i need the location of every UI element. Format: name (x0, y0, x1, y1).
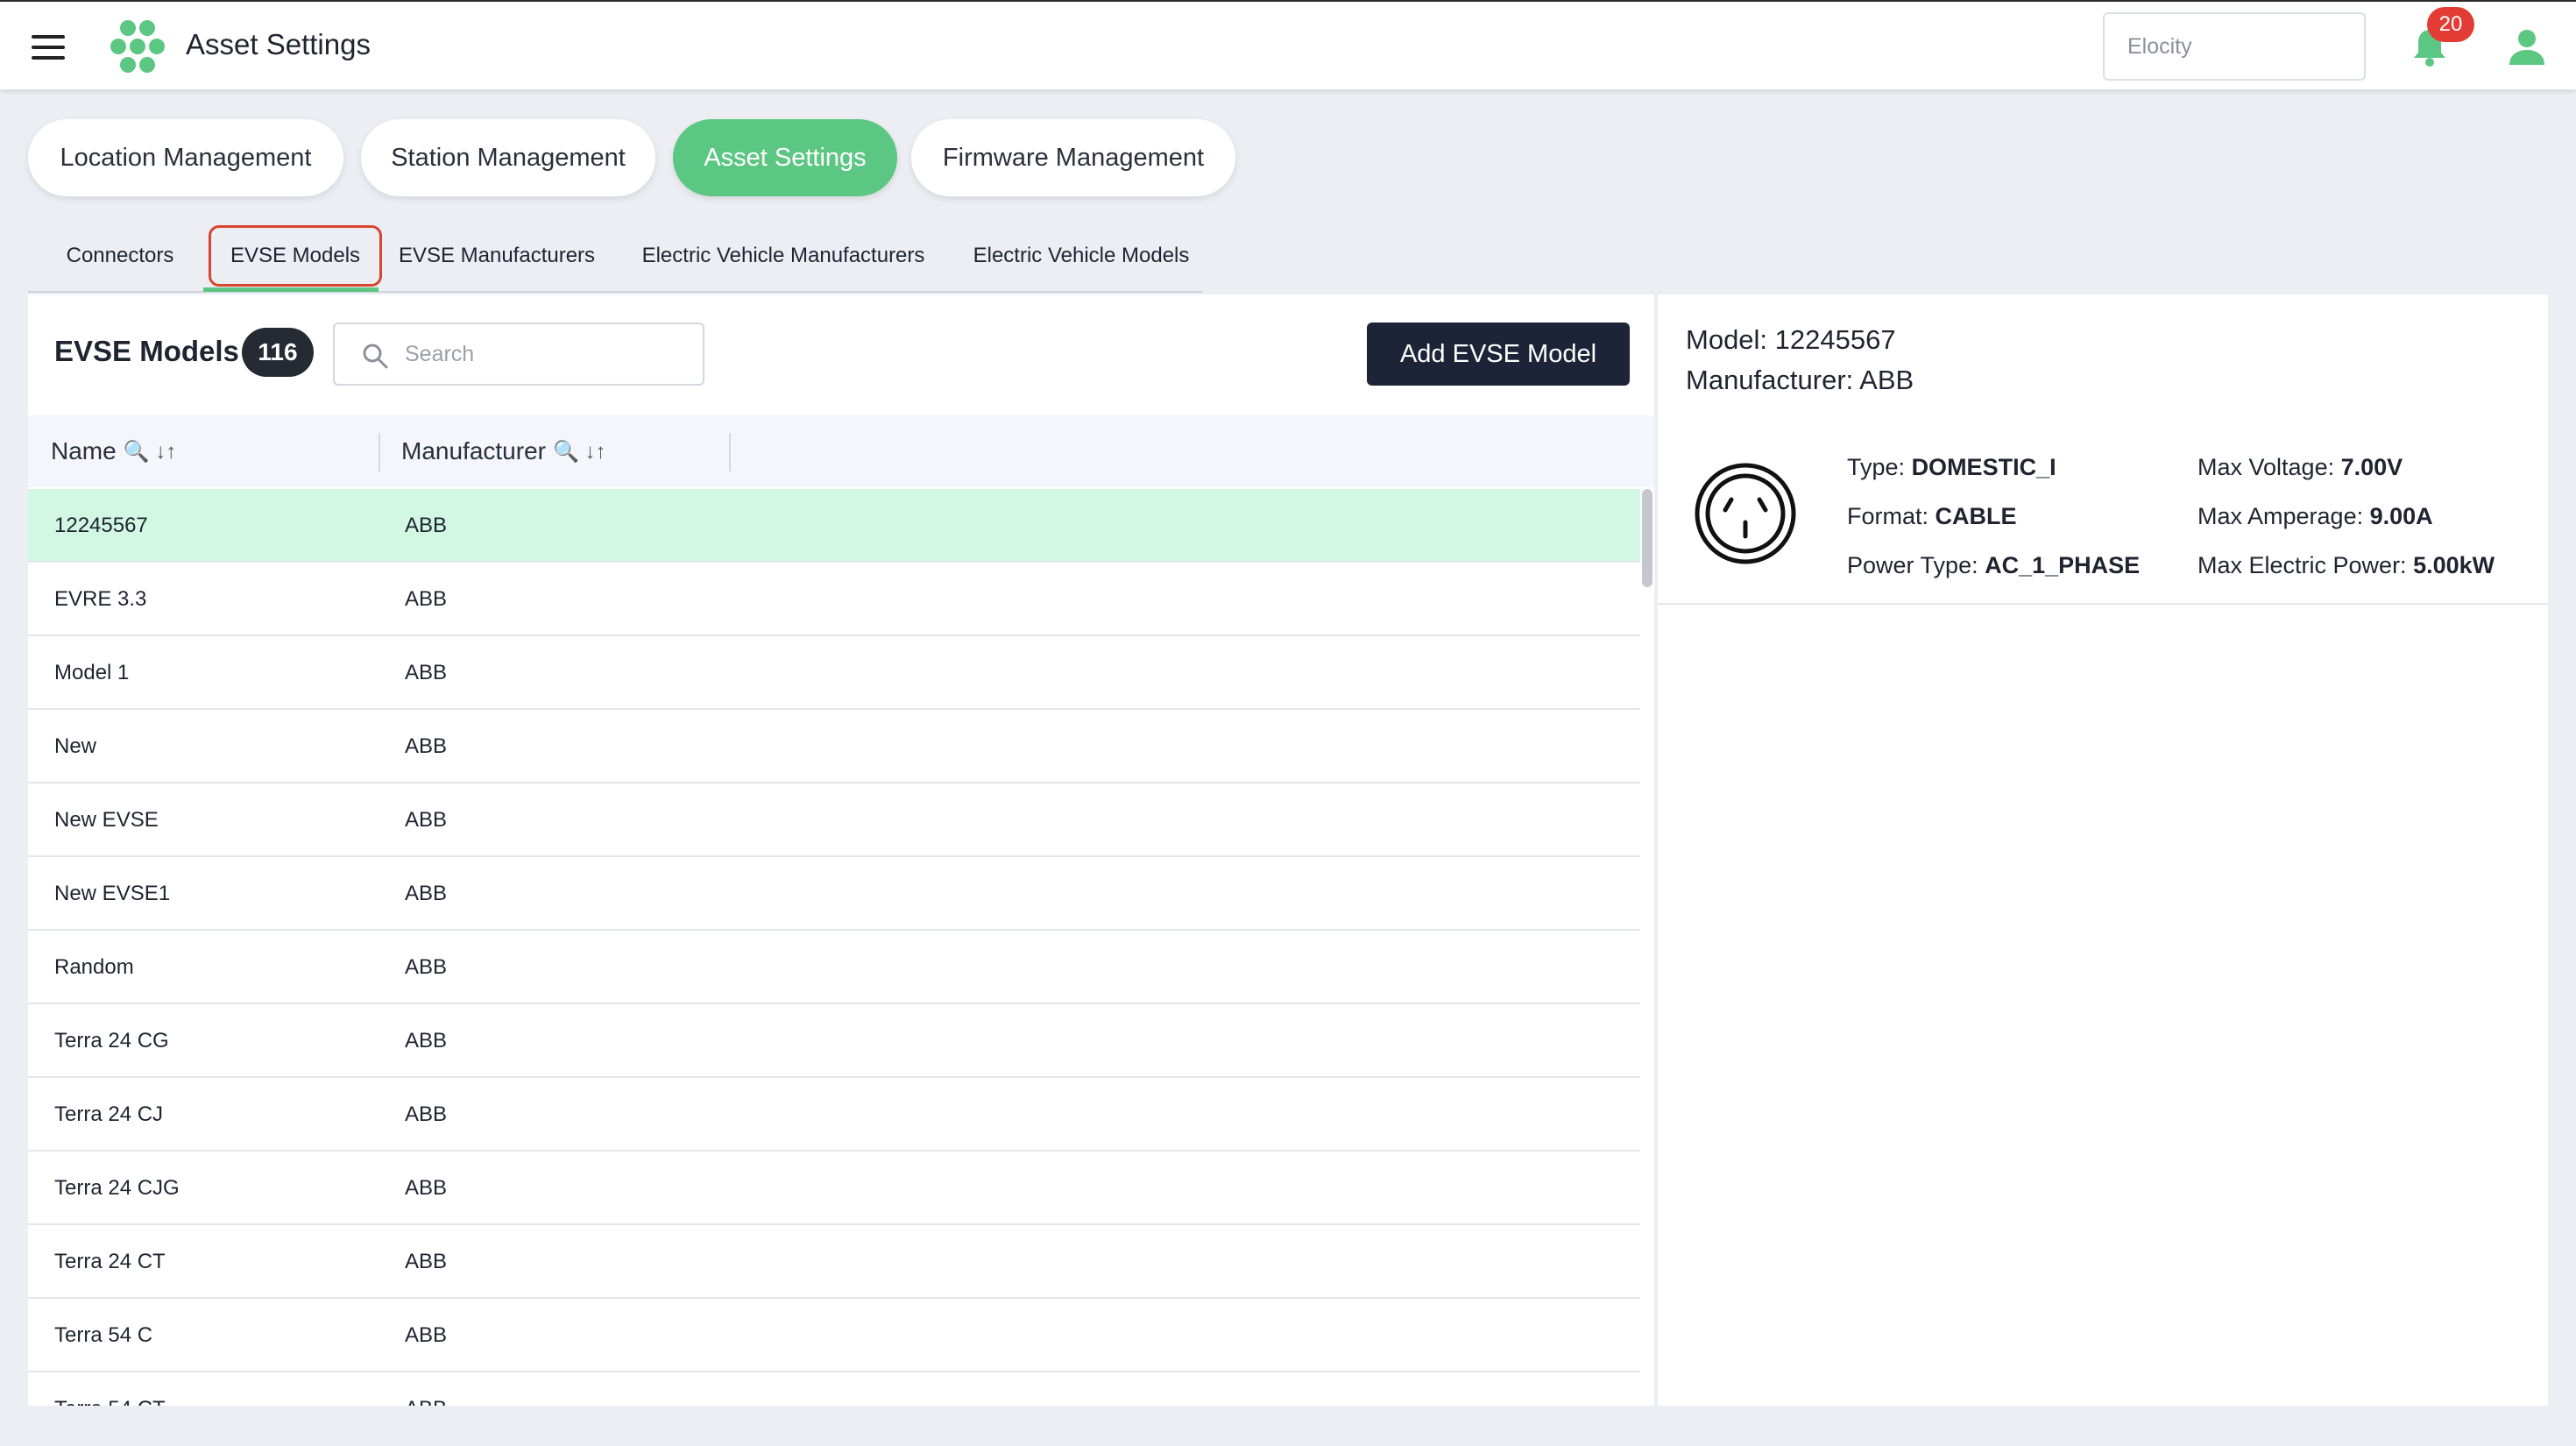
organization-selector[interactable]: Elocity (2103, 12, 2366, 81)
table-row[interactable]: New EVSE1 ABB (28, 857, 1640, 931)
cell-name: Terra 24 CJ (54, 1102, 164, 1126)
page-title: Asset Settings (186, 28, 371, 60)
spec-max-power-value: 5.00kW (2413, 552, 2495, 578)
spec-type-label: Type: (1847, 454, 1906, 480)
detail-manufacturer: Manufacturer: ABB (1686, 365, 1914, 395)
filter-sort-icons[interactable]: 🔍 ↓↑ (553, 439, 606, 464)
top-bar: Asset Settings Elocity 20 (0, 0, 2576, 89)
evse-models-list-panel: EVSE Models 116 Add EVSE Model Name 🔍 ↓↑… (28, 294, 1654, 1406)
list-title: EVSE Models (54, 335, 239, 367)
cell-name: EVRE 3.3 (54, 587, 147, 611)
count-badge: 116 (242, 328, 314, 377)
spec-format-value: CABLE (1935, 503, 2017, 529)
subtab-ev-manufacturers[interactable]: Electric Vehicle Manufacturers (617, 221, 950, 291)
cell-name: Model 1 (54, 661, 130, 684)
search-box[interactable] (333, 323, 704, 386)
spec-max-power-label: Max Electric Power: (2197, 552, 2407, 578)
table-row[interactable]: Random ABB (28, 931, 1640, 1004)
spec-type-value: DOMESTIC_I (1911, 454, 2056, 480)
table-row[interactable]: New ABB (28, 710, 1640, 783)
cell-manufacturer: ABB (405, 1250, 448, 1273)
spec-max-amperage-label: Max Amperage: (2197, 503, 2364, 529)
spec-max-voltage-label: Max Voltage: (2197, 454, 2335, 480)
spec-max-voltage: Max Voltage: 7.00V (2197, 454, 2403, 481)
subtab-evse-manufacturers[interactable]: EVSE Manufacturers (389, 221, 605, 291)
cell-name: 12245567 (54, 514, 148, 537)
cell-manufacturer: ABB (405, 1029, 448, 1053)
tab-asset-settings[interactable]: Asset Settings (673, 119, 897, 196)
tab-location-management[interactable]: Location Management (28, 119, 343, 196)
cell-manufacturer: ABB (405, 1323, 448, 1347)
tab-firmware-management[interactable]: Firmware Management (911, 119, 1235, 196)
spec-max-electric-power: Max Electric Power: 5.00kW (2197, 552, 2495, 579)
cell-name: Terra 24 CG (54, 1029, 169, 1053)
cell-manufacturer: ABB (405, 955, 448, 979)
cell-name: Terra 54 CT (54, 1397, 166, 1406)
cell-manufacturer: ABB (405, 734, 448, 758)
cell-name: Random (54, 955, 134, 979)
cell-name: New EVSE1 (54, 882, 171, 905)
subtab-evse-models[interactable]: EVSE Models (209, 225, 382, 287)
subtab-connectors[interactable]: Connectors (46, 221, 195, 291)
cell-manufacturer: ABB (405, 808, 448, 832)
column-divider[interactable] (729, 433, 731, 471)
table-row[interactable]: 12245567 ABB (28, 489, 1640, 563)
cell-manufacturer: ABB (405, 587, 448, 611)
logo-icon (110, 20, 165, 73)
spec-power-type: Power Type: AC_1_PHASE (1847, 552, 2140, 579)
table-row[interactable]: Terra 54 CT ABB (28, 1372, 1640, 1406)
cell-name: Terra 24 CT (54, 1250, 166, 1273)
spec-power-type-label: Power Type: (1847, 552, 1978, 578)
column-header-name[interactable]: Name 🔍 ↓↑ (51, 415, 176, 487)
cell-manufacturer: ABB (405, 1176, 448, 1200)
spec-format-label: Format: (1847, 503, 1929, 529)
notification-badge: 20 (2427, 7, 2474, 42)
cell-manufacturer: ABB (405, 1102, 448, 1126)
cell-name: Terra 24 CJG (54, 1176, 180, 1200)
cell-name: New (54, 734, 97, 758)
table-row[interactable]: EVRE 3.3 ABB (28, 563, 1640, 636)
spec-max-voltage-value: 7.00V (2340, 454, 2403, 480)
spec-type: Type: DOMESTIC_I (1847, 454, 2056, 481)
sub-tab-bar: Connectors EVSE Models EVSE Manufacturer… (28, 221, 1202, 293)
column-label-manufacturer: Manufacturer (401, 437, 546, 464)
table-row[interactable]: New EVSE ABB (28, 783, 1640, 857)
add-evse-model-button[interactable]: Add EVSE Model (1367, 323, 1630, 386)
column-label-name: Name (51, 437, 117, 464)
cell-manufacturer: ABB (405, 882, 448, 905)
domestic-i-socket-icon (1695, 463, 1796, 564)
spec-format: Format: CABLE (1847, 503, 2017, 530)
search-icon (363, 344, 388, 369)
menu-icon[interactable] (32, 35, 65, 60)
table-row[interactable]: Terra 24 CG ABB (28, 1004, 1640, 1078)
cell-manufacturer: ABB (405, 514, 448, 537)
cell-manufacturer: ABB (405, 661, 448, 684)
table-row[interactable]: Terra 24 CJ ABB (28, 1078, 1640, 1152)
table-row[interactable]: Terra 24 CT ABB (28, 1225, 1640, 1299)
scrollbar-thumb[interactable] (1642, 489, 1652, 587)
table-row[interactable]: Terra 24 CJG ABB (28, 1152, 1640, 1225)
column-divider[interactable] (379, 433, 380, 471)
table-row[interactable]: Terra 54 C ABB (28, 1299, 1640, 1372)
evse-model-detail-panel: Model: 12245567 Manufacturer: ABB Type: … (1658, 294, 2548, 1406)
column-header-manufacturer[interactable]: Manufacturer 🔍 ↓↑ (401, 415, 606, 487)
spec-power-type-value: AC_1_PHASE (1985, 552, 2141, 578)
detail-model: Model: 12245567 (1686, 324, 1896, 355)
tab-station-management[interactable]: Station Management (361, 119, 655, 196)
subtab-ev-models[interactable]: Electric Vehicle Models (953, 221, 1209, 291)
table-row[interactable]: Model 1 ABB (28, 636, 1640, 710)
scrollbar-track[interactable] (1640, 489, 1654, 1406)
spec-max-amperage: Max Amperage: 9.00A (2197, 503, 2433, 530)
user-icon[interactable] (2508, 28, 2546, 67)
table-body: 12245567 ABB EVRE 3.3 ABB Model 1 ABB New AB… (28, 489, 1640, 1406)
cell-manufacturer: ABB (405, 1397, 447, 1406)
search-input[interactable] (405, 337, 685, 372)
filter-sort-icons[interactable]: 🔍 ↓↑ (124, 439, 177, 464)
active-subtab-indicator (203, 287, 379, 292)
cell-name: Terra 54 C (54, 1323, 153, 1347)
table-header: Name 🔍 ↓↑ Manufacturer 🔍 ↓↑ (28, 415, 1654, 487)
spec-max-amperage-value: 9.00A (2369, 503, 2433, 529)
detail-divider (1658, 603, 2548, 605)
cell-name: New EVSE (54, 808, 159, 832)
